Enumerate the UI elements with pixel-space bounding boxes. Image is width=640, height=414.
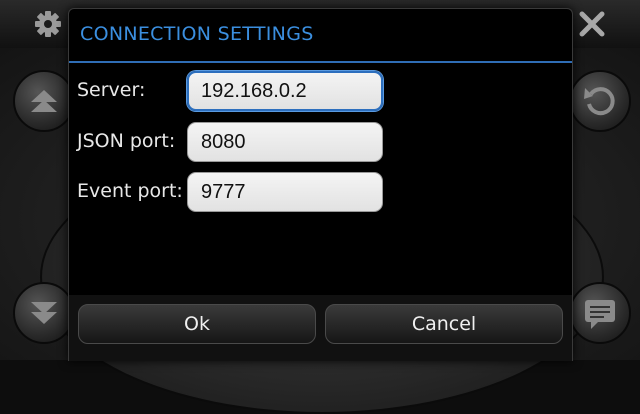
ok-button[interactable]: Ok [78,304,316,344]
page-down-button[interactable] [13,282,75,344]
json-port-label: JSON port: [77,130,176,152]
event-port-label: Event port: [77,180,183,202]
back-icon [584,87,615,116]
title-divider [69,61,572,63]
chat-icon [585,300,615,329]
json-port-input[interactable] [187,122,383,162]
close-icon[interactable] [574,6,610,42]
server-input[interactable] [187,71,383,111]
dialog-button-bar: Ok Cancel [69,295,572,361]
page-up-icon [31,90,57,112]
page-up-button[interactable] [13,70,75,132]
back-button[interactable] [569,70,631,132]
event-port-input[interactable] [187,172,383,212]
page-down-icon [31,302,57,324]
cancel-button[interactable]: Cancel [325,304,563,344]
server-label: Server: [77,79,146,101]
chat-button[interactable] [569,282,631,344]
dialog-title: CONNECTION SETTINGS [80,23,314,45]
connection-settings-dialog: CONNECTION SETTINGS Server: JSON port: E… [68,8,573,361]
gear-icon[interactable] [30,6,66,42]
